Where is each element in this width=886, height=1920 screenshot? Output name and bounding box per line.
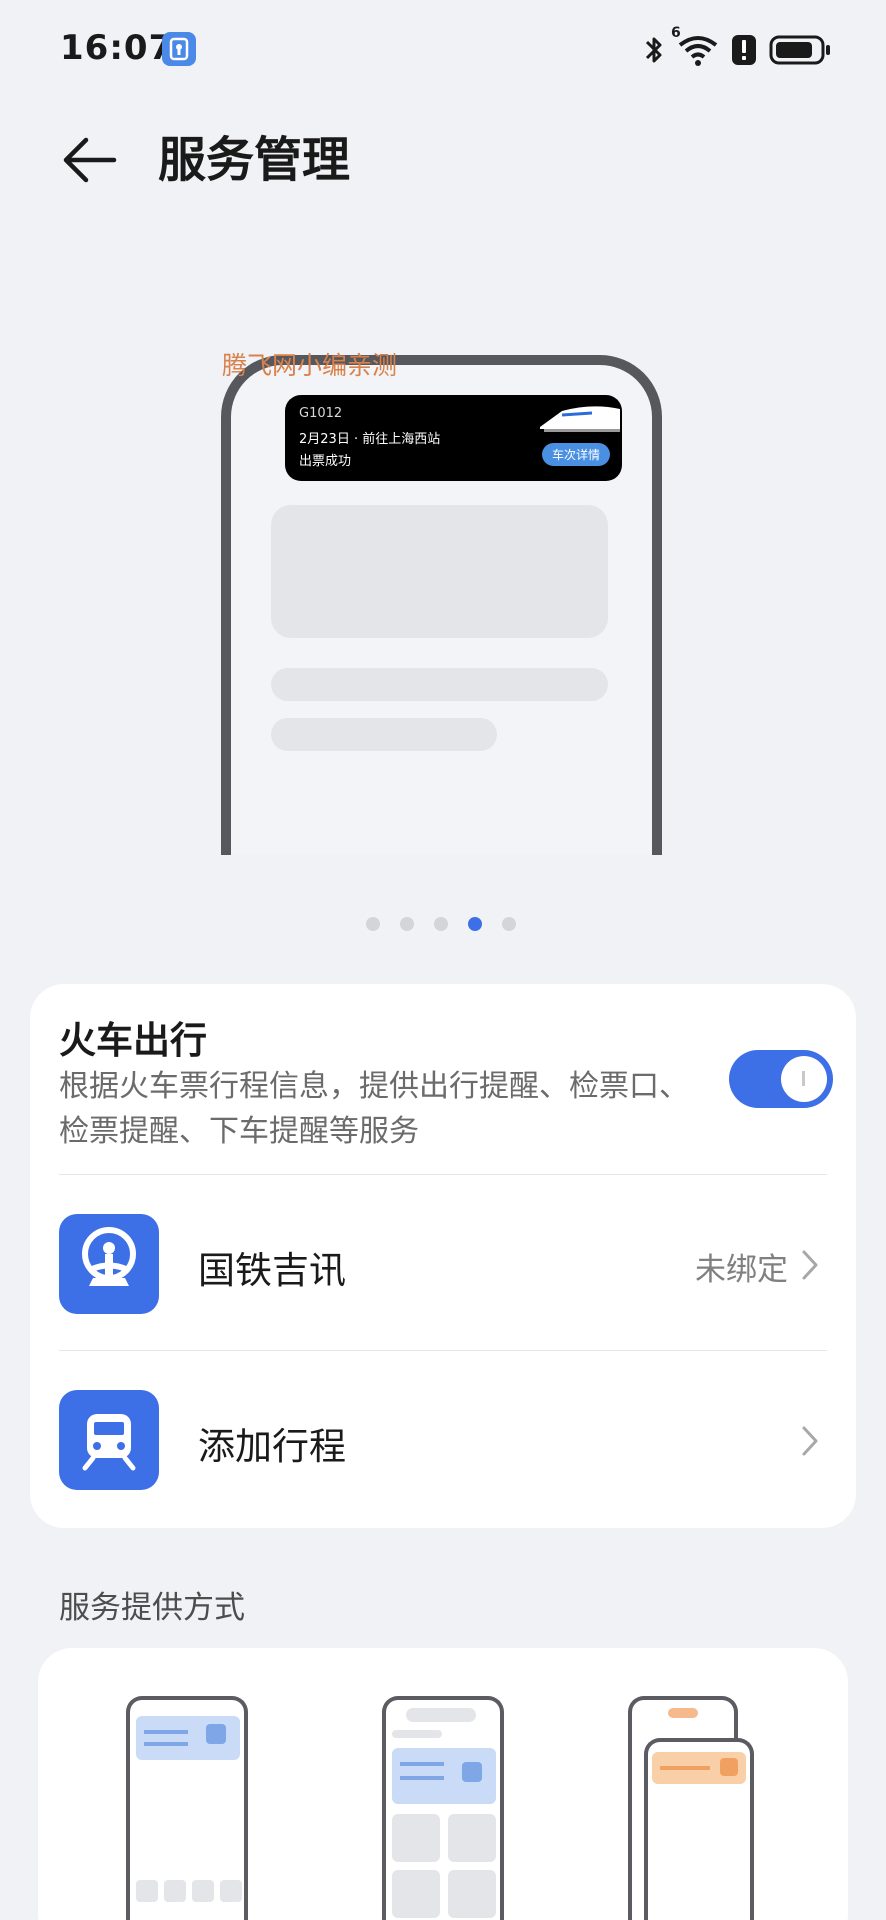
train-notification-card: G1012 2月23日 · 前往上海西站 出票成功 车次详情 [285,395,622,481]
binding-status: 未绑定 [695,1252,788,1288]
page-dot[interactable] [434,917,448,931]
phone-mockup: G1012 2月23日 · 前往上海西站 出票成功 车次详情 [221,355,662,855]
back-arrow-icon [63,137,117,183]
alert-icon [731,34,757,66]
page-dot-active[interactable] [468,917,482,931]
placeholder-block [271,505,608,638]
status-bar: 16:07 6 [0,0,886,100]
bluetooth-icon [643,33,665,67]
page-indicator[interactable] [366,917,516,931]
back-button[interactable] [58,128,122,192]
notification-app-icon [162,32,196,66]
train-service-description: 根据火车票行程信息，提供出行提醒、检票口、检票提醒、下车提醒等服务 [59,1069,689,1149]
train-details-button: 车次详情 [541,443,610,466]
method-preview-widget [382,1696,504,1920]
method-preview-card [126,1696,248,1920]
feature-illustration: G1012 2月23日 · 前往上海西站 出票成功 车次详情 腾飞网小编亲测 [0,340,886,855]
placeholder-line [271,718,497,751]
page-dot[interactable] [366,917,380,931]
add-trip-label: 添加行程 [198,1425,346,1468]
train-service-toggle[interactable] [729,1050,833,1108]
trip-info: 2月23日 · 前往上海西站 [299,432,441,447]
bullet-train-icon [532,397,622,441]
method-preview-notification-front [644,1738,754,1920]
train-icon [59,1390,159,1490]
railway-app-label: 国铁吉讯 [198,1249,346,1292]
chevron-right-icon [802,1250,818,1280]
chevron-right-icon [802,1426,818,1456]
toggle-knob [781,1056,827,1102]
wifi-icon: 6 [671,25,719,67]
railway-logo-icon [59,1214,159,1314]
placeholder-line [271,668,608,701]
watermark: 腾飞网小编亲测 [222,351,398,380]
status-time: 16:07 [60,28,174,68]
add-trip-row[interactable]: 添加行程 [30,1390,856,1490]
battery-icon [769,34,831,66]
page-dot[interactable] [400,917,414,931]
page-title: 服务管理 [158,132,351,188]
delivery-section-title: 服务提供方式 [59,1590,245,1626]
ticket-status: 出票成功 [299,454,352,469]
divider [59,1350,827,1351]
page-dot[interactable] [502,917,516,931]
network-badge: 6 [671,25,681,41]
train-service-card: 火车出行 根据火车票行程信息，提供出行提醒、检票口、检票提醒、下车提醒等服务 国… [30,984,856,1528]
divider [59,1174,827,1175]
delivery-methods-card [38,1648,848,1920]
train-service-title: 火车出行 [59,1019,207,1062]
train-number: G1012 [299,406,343,421]
railway-binding-row[interactable]: 国铁吉讯 未绑定 [30,1214,856,1314]
